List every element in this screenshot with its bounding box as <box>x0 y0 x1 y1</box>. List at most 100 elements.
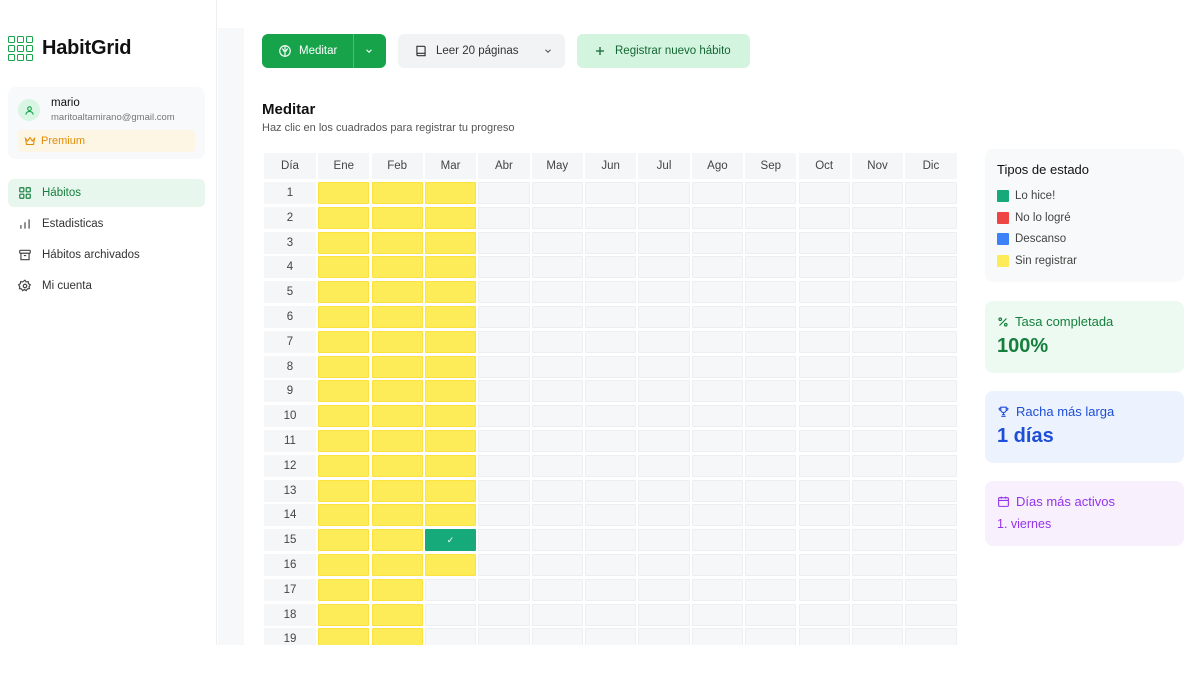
habit-cell-ene-3[interactable] <box>318 231 370 254</box>
habit-cell-dic-1[interactable] <box>905 182 957 204</box>
habit-cell-feb-12[interactable] <box>371 454 423 477</box>
habit-cell-may-15[interactable] <box>531 529 583 552</box>
habit-cell-dic-11[interactable] <box>905 429 957 452</box>
habit-cell-nov-11[interactable] <box>851 429 904 452</box>
habit-cell-may-3[interactable] <box>531 231 583 254</box>
habit-cell-mar-3[interactable] <box>424 231 477 254</box>
habit-cell-abr-12[interactable] <box>478 454 530 477</box>
habit-cell-nov-1[interactable] <box>851 182 904 204</box>
habit-cell-oct-13[interactable] <box>798 479 850 502</box>
habit-cell-ago-3[interactable] <box>691 231 743 254</box>
habit-cell-may-8[interactable] <box>531 355 583 378</box>
habit-cell-dic-7[interactable] <box>905 330 957 353</box>
habit-cell-mar-16[interactable] <box>424 553 477 576</box>
habit-cell-ene-15[interactable] <box>318 529 370 552</box>
habit-cell-dic-2[interactable] <box>905 206 957 229</box>
habit-cell-ene-9[interactable] <box>318 380 370 403</box>
habit-cell-ago-10[interactable] <box>691 405 743 428</box>
habit-cell-dic-18[interactable] <box>905 603 957 626</box>
brand[interactable]: HabitGrid <box>8 36 132 61</box>
habit-cell-sep-5[interactable] <box>745 281 797 304</box>
habit-selector-button[interactable]: Meditar <box>262 34 386 68</box>
habit-cell-nov-18[interactable] <box>851 603 904 626</box>
habit-cell-oct-9[interactable] <box>798 380 850 403</box>
habit-cell-dic-8[interactable] <box>905 355 957 378</box>
habit-cell-jun-14[interactable] <box>585 504 637 527</box>
habit-cell-dic-13[interactable] <box>905 479 957 502</box>
habit-cell-feb-9[interactable] <box>371 380 423 403</box>
habit-cell-oct-15[interactable] <box>798 529 850 552</box>
habit-cell-abr-9[interactable] <box>478 380 530 403</box>
habit-cell-dic-6[interactable] <box>905 305 957 328</box>
habit-cell-oct-12[interactable] <box>798 454 850 477</box>
habit-cell-jul-12[interactable] <box>638 454 690 477</box>
habit-cell-dic-14[interactable] <box>905 504 957 527</box>
habit-cell-nov-16[interactable] <box>851 553 904 576</box>
habit-cell-nov-7[interactable] <box>851 330 904 353</box>
habit-cell-jul-19[interactable] <box>638 628 690 645</box>
user-card[interactable]: mario maritoaltamirano@gmail.com Premium <box>8 87 205 159</box>
habit-cell-jun-11[interactable] <box>585 429 637 452</box>
habit-cell-dic-9[interactable] <box>905 380 957 403</box>
habit-cell-abr-18[interactable] <box>478 603 530 626</box>
habit-cell-mar-12[interactable] <box>424 454 477 477</box>
habit-cell-ene-7[interactable] <box>318 330 370 353</box>
habit-cell-dic-10[interactable] <box>905 405 957 428</box>
habit-cell-may-2[interactable] <box>531 206 583 229</box>
habit-cell-nov-8[interactable] <box>851 355 904 378</box>
habit-cell-dic-15[interactable] <box>905 529 957 552</box>
habit-cell-mar-1[interactable] <box>424 182 477 204</box>
habit-cell-oct-19[interactable] <box>798 628 850 645</box>
habit-cell-dic-17[interactable] <box>905 578 957 601</box>
habit-cell-ene-1[interactable] <box>318 182 370 204</box>
habit-cell-mar-10[interactable] <box>424 405 477 428</box>
habit-cell-may-6[interactable] <box>531 305 583 328</box>
habit-cell-sep-9[interactable] <box>745 380 797 403</box>
habit-cell-oct-10[interactable] <box>798 405 850 428</box>
habit-cell-ene-10[interactable] <box>318 405 370 428</box>
habit-cell-may-17[interactable] <box>531 578 583 601</box>
sidebar-item-habitos[interactable]: Hábitos <box>8 179 205 207</box>
habit-cell-jun-10[interactable] <box>585 405 637 428</box>
habit-cell-mar-4[interactable] <box>424 256 477 279</box>
habit-cell-nov-15[interactable] <box>851 529 904 552</box>
habit-cell-oct-17[interactable] <box>798 578 850 601</box>
habit-cell-may-12[interactable] <box>531 454 583 477</box>
habit-cell-jun-3[interactable] <box>585 231 637 254</box>
habit-cell-mar-6[interactable] <box>424 305 477 328</box>
habit-cell-ene-14[interactable] <box>318 504 370 527</box>
habit-cell-jul-1[interactable] <box>638 182 690 204</box>
habit-cell-abr-14[interactable] <box>478 504 530 527</box>
habit-cell-jul-10[interactable] <box>638 405 690 428</box>
habit-cell-sep-11[interactable] <box>745 429 797 452</box>
habit-cell-ago-19[interactable] <box>691 628 743 645</box>
habit-cell-oct-1[interactable] <box>798 182 850 204</box>
habit-cell-ago-6[interactable] <box>691 305 743 328</box>
habit-cell-feb-10[interactable] <box>371 405 423 428</box>
habit-cell-nov-2[interactable] <box>851 206 904 229</box>
habit-cell-ago-13[interactable] <box>691 479 743 502</box>
habit-cell-ene-6[interactable] <box>318 305 370 328</box>
habit-cell-may-19[interactable] <box>531 628 583 645</box>
habit-cell-ago-17[interactable] <box>691 578 743 601</box>
habit-cell-oct-8[interactable] <box>798 355 850 378</box>
habit-cell-may-5[interactable] <box>531 281 583 304</box>
habit-cell-nov-17[interactable] <box>851 578 904 601</box>
habit-cell-jun-2[interactable] <box>585 206 637 229</box>
habit-cell-mar-13[interactable] <box>424 479 477 502</box>
habit-cell-sep-15[interactable] <box>745 529 797 552</box>
habit-cell-abr-6[interactable] <box>478 305 530 328</box>
habit-cell-dic-4[interactable] <box>905 256 957 279</box>
habit-cell-mar-18[interactable] <box>424 603 477 626</box>
habit-cell-abr-3[interactable] <box>478 231 530 254</box>
habit-cell-oct-7[interactable] <box>798 330 850 353</box>
habit-cell-jun-17[interactable] <box>585 578 637 601</box>
habit-cell-ene-4[interactable] <box>318 256 370 279</box>
habit-cell-jul-8[interactable] <box>638 355 690 378</box>
habit-cell-feb-6[interactable] <box>371 305 423 328</box>
habit-cell-abr-1[interactable] <box>478 182 530 204</box>
habit-cell-nov-10[interactable] <box>851 405 904 428</box>
habit-cell-mar-11[interactable] <box>424 429 477 452</box>
sidebar-item-archivados[interactable]: Hábitos archivados <box>8 241 205 269</box>
habit-cell-nov-6[interactable] <box>851 305 904 328</box>
